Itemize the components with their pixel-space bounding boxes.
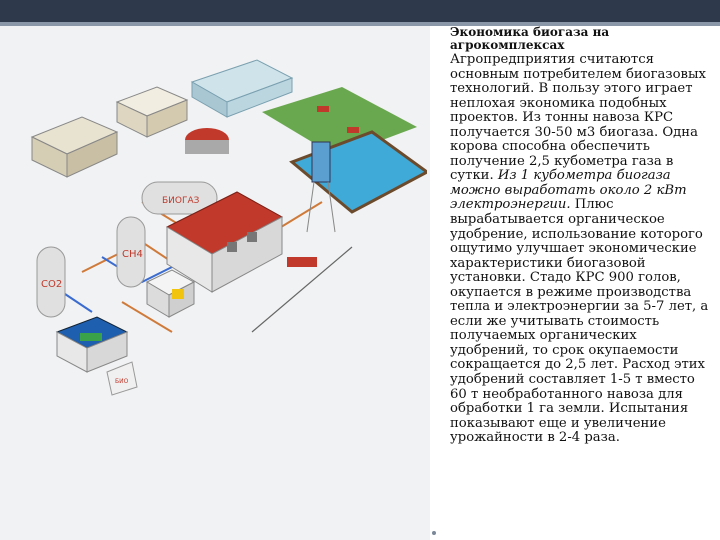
biogas-farm-illustration: БИОГАЗ CH4 CO2 БИО — [30, 59, 427, 396]
tractor-2 — [347, 127, 359, 133]
slide-title: Экономика биогаза на агрокомплексах — [450, 25, 610, 52]
bullet-dot — [432, 531, 436, 535]
slide-text: Экономика биогаза на агрокомплексах Агро… — [450, 26, 712, 446]
ch4-tank: CH4 — [116, 216, 146, 288]
column-divider — [430, 26, 446, 540]
truck — [287, 257, 317, 267]
svg-text:БИО: БИО — [115, 378, 129, 385]
fertilizer-store — [55, 316, 129, 373]
slide-body: Агропредприятия считаются основным потре… — [450, 52, 709, 446]
tractor — [317, 106, 329, 112]
top-bar — [0, 0, 720, 22]
svg-text:CO2: CO2 — [41, 279, 62, 290]
co2-tank: CO2 — [36, 246, 66, 318]
farm-building — [115, 86, 189, 138]
svg-text:CH4: CH4 — [122, 249, 143, 260]
fertilizer-bag: БИО — [106, 361, 138, 396]
svg-text:БИОГАЗ: БИОГАЗ — [162, 196, 200, 206]
livestock-barn — [30, 116, 119, 178]
